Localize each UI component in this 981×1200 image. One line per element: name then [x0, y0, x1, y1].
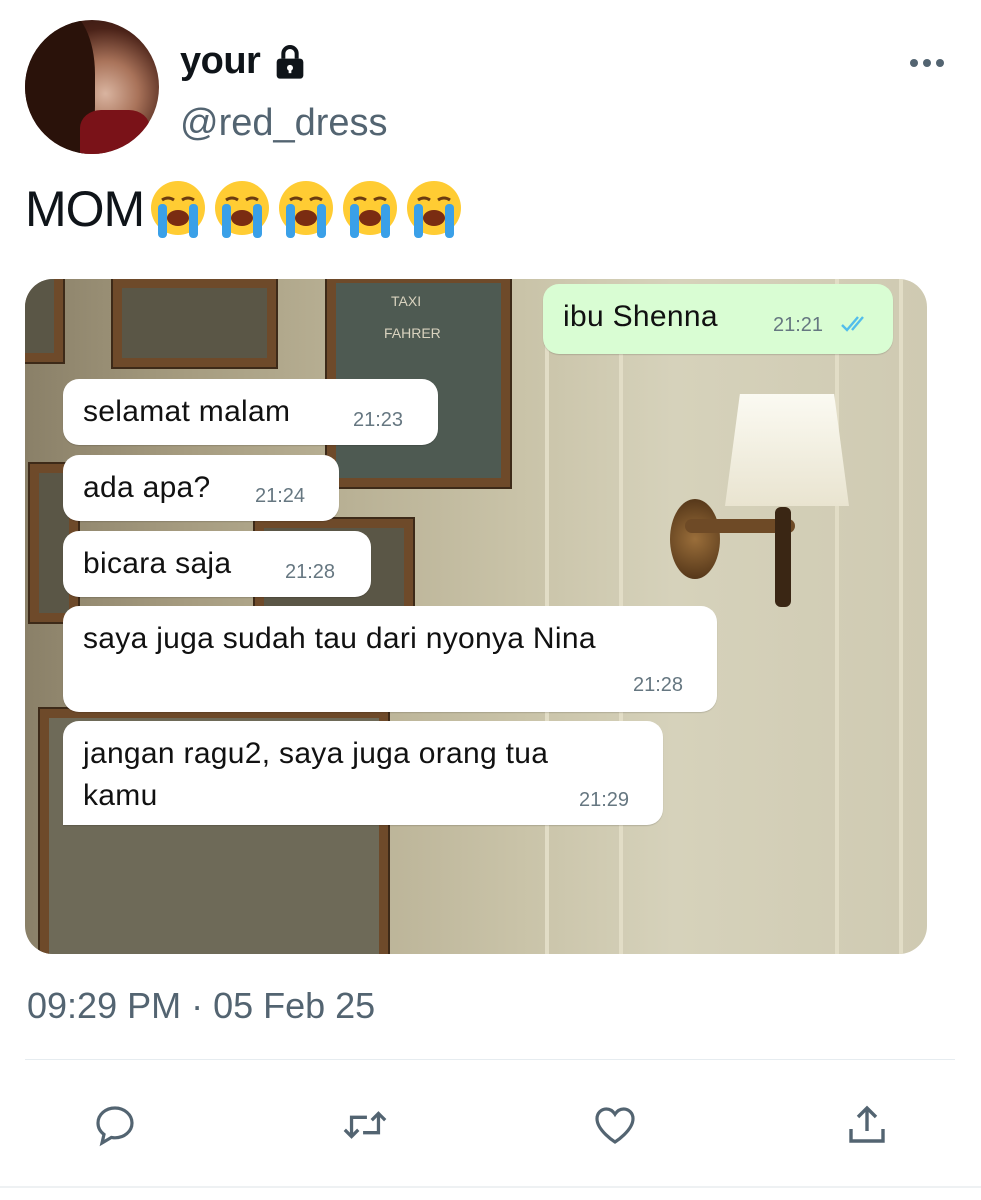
- like-icon[interactable]: [590, 1100, 640, 1150]
- chat-message-text: ibu Shenna: [563, 300, 718, 333]
- chat-bubble-incoming: bicara saja 21:28: [63, 531, 371, 597]
- wall-frame: [25, 279, 63, 362]
- crying-face-emoji: [343, 181, 398, 238]
- lamp-shade: [725, 394, 849, 506]
- chat-message-time: 21:29: [579, 789, 630, 811]
- chat-message-text: saya juga sudah tau dari nyonya Nina: [83, 622, 596, 655]
- crying-face-emoji: [215, 181, 270, 238]
- display-name[interactable]: your: [180, 40, 310, 83]
- chat-bubble-outgoing: ibu Shenna 21:21: [543, 284, 893, 354]
- chat-bubble-incoming: jangan ragu2, saya juga orang tua kamu 2…: [63, 721, 663, 825]
- avatar-dress: [80, 110, 150, 154]
- tweet-media-image[interactable]: TAXI FAHRER ibu Shenna 21:21 selamat mal…: [25, 279, 927, 954]
- share-icon[interactable]: [842, 1100, 892, 1150]
- tweet-timestamp[interactable]: 09:29 PM · 05 Feb 25: [27, 985, 375, 1027]
- wall-frame: [113, 279, 276, 367]
- chat-message-time: 21:21: [773, 314, 824, 336]
- chat-message-time: 21:24: [255, 485, 306, 507]
- crying-face-emoji: [407, 181, 462, 238]
- reply-icon[interactable]: [90, 1100, 140, 1150]
- chat-message-text: ada apa?: [83, 471, 211, 504]
- wall-panel: [835, 279, 903, 954]
- chat-bubble-incoming: saya juga sudah tau dari nyonya Nina 21:…: [63, 606, 717, 712]
- chat-message-time: 21:28: [633, 674, 684, 696]
- display-name-text: your: [180, 40, 261, 82]
- avatar[interactable]: [25, 20, 159, 154]
- crying-face-emoji: [151, 181, 206, 238]
- divider: [25, 1059, 955, 1060]
- chat-bubble-incoming: selamat malam 21:23: [63, 379, 438, 445]
- lamp-base: [670, 499, 720, 579]
- more-options-icon[interactable]: [905, 48, 949, 78]
- tweet-text: MOM: [25, 178, 464, 240]
- bottom-divider: [0, 1186, 981, 1188]
- chat-message-text: bicara saja: [83, 547, 232, 580]
- chat-message-text: selamat malam: [83, 395, 291, 428]
- crying-face-emoji: [279, 181, 334, 238]
- chat-message-text-line-2: kamu: [83, 779, 158, 812]
- read-receipt-icon: [841, 316, 864, 332]
- sign-taxi: TAXI: [391, 293, 422, 309]
- tweet-text-content: MOM: [25, 181, 145, 237]
- user-handle[interactable]: @red_dress: [180, 102, 388, 145]
- retweet-icon[interactable]: [340, 1100, 390, 1150]
- chat-message-text-line-1: jangan ragu2, saya juga orang tua: [83, 737, 549, 770]
- lamp-post: [775, 507, 791, 607]
- chat-message-time: 21:23: [353, 409, 404, 431]
- sign-fahrer: FAHRER: [384, 325, 441, 341]
- chat-message-time: 21:28: [285, 561, 336, 583]
- lock-icon: [277, 44, 304, 79]
- chat-bubble-incoming: ada apa? 21:24: [63, 455, 339, 521]
